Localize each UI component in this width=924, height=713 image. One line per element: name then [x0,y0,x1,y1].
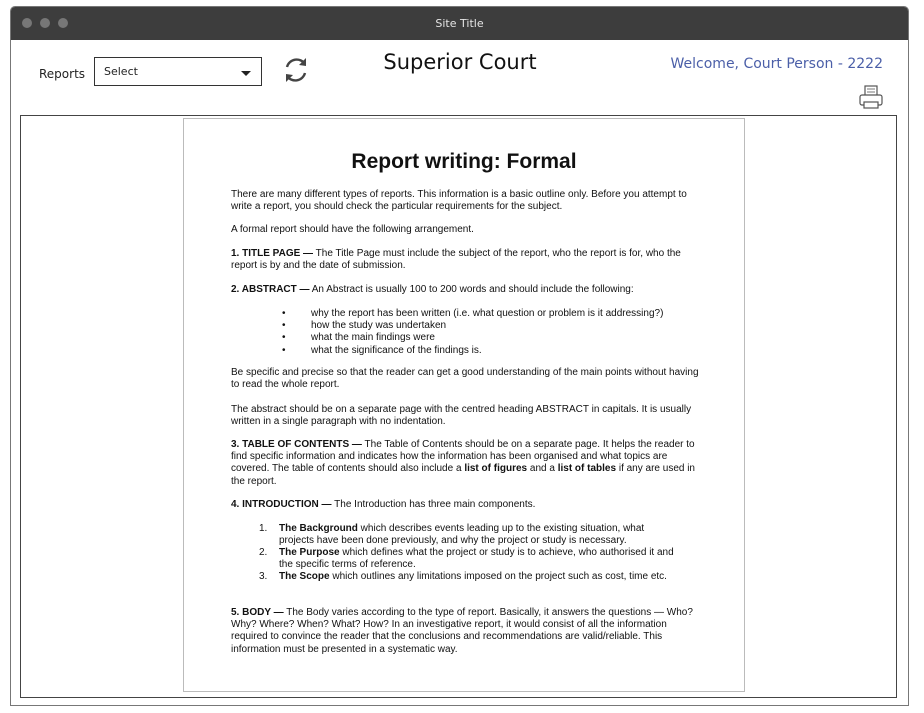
section-introduction: 4. INTRODUCTION — The Introduction has t… [231,499,701,511]
list-item-bold: The Purpose [279,547,340,558]
section-title-page: 1. TITLE PAGE — The Title Page must incl… [231,248,701,272]
list-number: 3. [259,571,268,582]
section-heading: 1. TITLE PAGE — [231,248,314,259]
section-text: The Introduction has three main componen… [331,499,536,510]
app-window: Site Title Reports Select Superior Court… [10,6,909,706]
section-heading: 3. TABLE OF CONTENTS — [231,439,362,450]
title-bar: Site Title [11,7,908,40]
arrangement-paragraph: A formal report should have the followin… [231,224,474,235]
section-abstract: 2. ABSTRACT — An Abstract is usually 100… [231,284,701,296]
welcome-user-link[interactable]: Welcome, Court Person - 2222 [671,56,883,72]
printer-icon[interactable] [858,84,884,110]
list-item-body: which outlines any limitations imposed o… [329,571,667,582]
section-text: The Body varies according to the type of… [231,607,693,655]
specific-paragraph: Be specific and precise so that the read… [231,367,699,391]
abstract-format-paragraph: The abstract should be on a separate pag… [231,404,692,428]
section-table-of-contents: 3. TABLE OF CONTENTS — The Table of Cont… [231,439,701,488]
list-number: 2. [259,547,268,558]
reports-label: Reports [39,67,86,81]
list-item-bold: The Background [279,523,358,534]
bullet-icon: • [282,308,286,319]
section-heading: 2. ABSTRACT — [231,284,310,295]
section-text: An Abstract is usually 100 to 200 words … [309,284,634,295]
bullet-icon: • [282,332,286,343]
report-document: Report writing: Formal There are many di… [183,118,745,692]
list-number: 1. [259,523,268,534]
list-item-text: The Background which describes events le… [279,523,679,547]
list-item-text: what the main findings were [311,332,435,343]
list-item-text: how the study was undertaken [311,320,447,331]
section-body: 5. BODY — The Body varies according to t… [231,607,701,656]
refresh-icon[interactable] [281,55,311,85]
list-item-bold: The Scope [279,571,330,582]
section-text: and a [527,463,558,475]
document-title: Report writing: Formal [351,150,577,173]
report-viewer: Report writing: Formal There are many di… [20,115,897,698]
section-heading: 5. BODY — [231,607,284,618]
list-item-text: The Scope which outlines any limitations… [279,571,679,583]
section-bold-text: list of tables [557,463,617,475]
bullet-icon: • [282,345,286,356]
window-title: Site Title [435,17,484,30]
intro-paragraph: There are many different types of report… [231,189,687,213]
list-item-text: what the significance of the findings is… [311,345,482,356]
page-title: Superior Court [383,50,537,74]
list-item-text: why the report has been written (i.e. wh… [311,308,664,319]
reports-select-value: Select [104,65,138,78]
bullet-icon: • [282,320,286,331]
reports-select[interactable]: Select [94,57,262,86]
section-bold-text: list of figures [464,463,528,475]
list-item-text: The Purpose which defines what the proje… [279,547,679,571]
chevron-down-icon [241,71,251,76]
section-heading: 4. INTRODUCTION — [231,499,332,510]
